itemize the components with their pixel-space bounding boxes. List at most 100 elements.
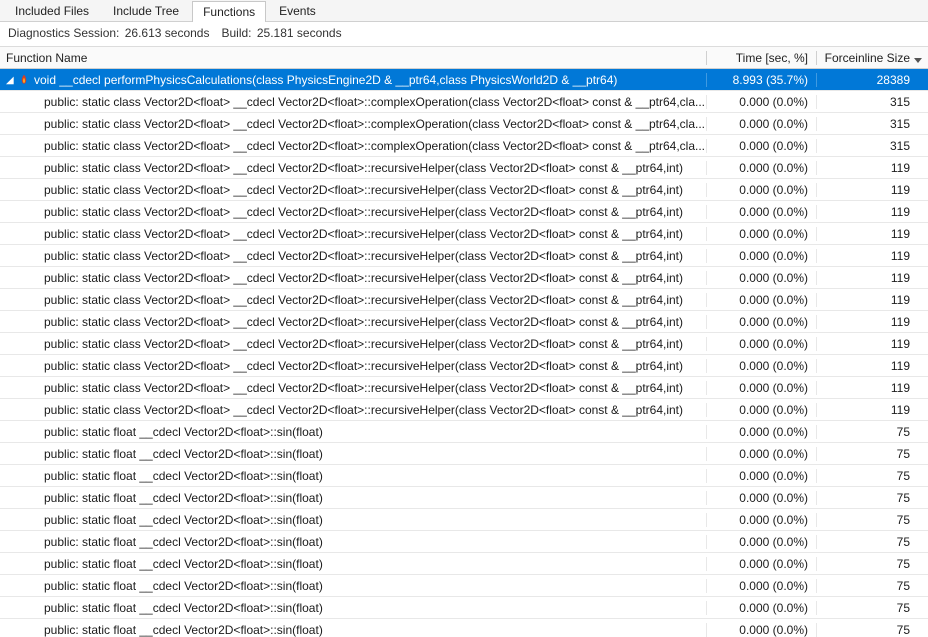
table-row[interactable]: public: static float __cdecl Vector2D<fl…: [0, 597, 928, 619]
time-cell: 0.000 (0.0%): [706, 381, 816, 395]
function-name: public: static float __cdecl Vector2D<fl…: [44, 535, 323, 549]
function-name-cell: public: static class Vector2D<float> __c…: [0, 205, 706, 219]
function-name-cell: public: static float __cdecl Vector2D<fl…: [0, 469, 706, 483]
function-name-cell: public: static class Vector2D<float> __c…: [0, 359, 706, 373]
table-row[interactable]: public: static class Vector2D<float> __c…: [0, 245, 928, 267]
function-name: public: static class Vector2D<float> __c…: [44, 293, 683, 307]
function-name-cell: public: static class Vector2D<float> __c…: [0, 117, 706, 131]
table-row[interactable]: public: static class Vector2D<float> __c…: [0, 289, 928, 311]
time-cell: 0.000 (0.0%): [706, 227, 816, 241]
function-name: public: static class Vector2D<float> __c…: [44, 95, 705, 109]
size-cell: 315: [816, 95, 928, 109]
flame-icon: [18, 74, 30, 86]
table-row[interactable]: public: static class Vector2D<float> __c…: [0, 223, 928, 245]
table-row[interactable]: public: static class Vector2D<float> __c…: [0, 91, 928, 113]
tab-bar: Included FilesInclude TreeFunctionsEvent…: [0, 0, 928, 22]
table-row[interactable]: public: static class Vector2D<float> __c…: [0, 113, 928, 135]
function-name-cell: public: static float __cdecl Vector2D<fl…: [0, 513, 706, 527]
size-cell: 119: [816, 183, 928, 197]
time-cell: 0.000 (0.0%): [706, 183, 816, 197]
size-cell: 75: [816, 447, 928, 461]
time-cell: 0.000 (0.0%): [706, 117, 816, 131]
tab-events[interactable]: Events: [268, 0, 327, 21]
function-name: public: static class Vector2D<float> __c…: [44, 337, 683, 351]
function-name: public: static class Vector2D<float> __c…: [44, 315, 683, 329]
function-name: public: static float __cdecl Vector2D<fl…: [44, 513, 323, 527]
size-cell: 119: [816, 359, 928, 373]
table-row[interactable]: public: static float __cdecl Vector2D<fl…: [0, 575, 928, 597]
column-header-size-label: Forceinline Size: [825, 51, 910, 65]
size-cell: 119: [816, 337, 928, 351]
function-name: public: static float __cdecl Vector2D<fl…: [44, 469, 323, 483]
table-row[interactable]: public: static float __cdecl Vector2D<fl…: [0, 465, 928, 487]
size-cell: 119: [816, 293, 928, 307]
functions-grid: Function Name Time [sec, %] Forceinline …: [0, 47, 928, 637]
tab-functions[interactable]: Functions: [192, 1, 266, 22]
function-name: public: static float __cdecl Vector2D<fl…: [44, 579, 323, 593]
table-row[interactable]: public: static class Vector2D<float> __c…: [0, 267, 928, 289]
time-cell: 0.000 (0.0%): [706, 557, 816, 571]
size-cell: 119: [816, 161, 928, 175]
table-row[interactable]: public: static float __cdecl Vector2D<fl…: [0, 553, 928, 575]
function-name-cell: public: static float __cdecl Vector2D<fl…: [0, 447, 706, 461]
function-name: public: static float __cdecl Vector2D<fl…: [44, 425, 323, 439]
function-name: public: static class Vector2D<float> __c…: [44, 381, 683, 395]
function-name: public: static float __cdecl Vector2D<fl…: [44, 557, 323, 571]
function-name: public: static class Vector2D<float> __c…: [44, 359, 683, 373]
tab-included-files[interactable]: Included Files: [4, 0, 100, 21]
function-name-cell: public: static class Vector2D<float> __c…: [0, 271, 706, 285]
table-row[interactable]: public: static class Vector2D<float> __c…: [0, 399, 928, 421]
tab-include-tree[interactable]: Include Tree: [102, 0, 190, 21]
function-name-cell: ◢void __cdecl performPhysicsCalculations…: [0, 73, 706, 87]
function-name-cell: public: static class Vector2D<float> __c…: [0, 161, 706, 175]
column-header-name[interactable]: Function Name: [0, 51, 706, 65]
table-row[interactable]: public: static float __cdecl Vector2D<fl…: [0, 509, 928, 531]
function-name: public: static class Vector2D<float> __c…: [44, 117, 705, 131]
table-row[interactable]: public: static class Vector2D<float> __c…: [0, 377, 928, 399]
time-cell: 8.993 (35.7%): [706, 73, 816, 87]
column-header-size[interactable]: Forceinline Size: [816, 51, 928, 65]
time-cell: 0.000 (0.0%): [706, 469, 816, 483]
table-row[interactable]: public: static class Vector2D<float> __c…: [0, 179, 928, 201]
table-row[interactable]: public: static class Vector2D<float> __c…: [0, 157, 928, 179]
size-cell: 119: [816, 205, 928, 219]
table-row[interactable]: public: static class Vector2D<float> __c…: [0, 355, 928, 377]
function-name: public: static class Vector2D<float> __c…: [44, 205, 683, 219]
size-cell: 119: [816, 249, 928, 263]
table-row[interactable]: public: static class Vector2D<float> __c…: [0, 333, 928, 355]
size-cell: 119: [816, 271, 928, 285]
function-name-cell: public: static float __cdecl Vector2D<fl…: [0, 623, 706, 637]
function-name: public: static float __cdecl Vector2D<fl…: [44, 491, 323, 505]
size-cell: 315: [816, 117, 928, 131]
session-label: Diagnostics Session:: [8, 26, 119, 40]
function-name-cell: public: static float __cdecl Vector2D<fl…: [0, 535, 706, 549]
table-row[interactable]: public: static class Vector2D<float> __c…: [0, 201, 928, 223]
time-cell: 0.000 (0.0%): [706, 513, 816, 527]
table-row[interactable]: public: static float __cdecl Vector2D<fl…: [0, 619, 928, 637]
table-row[interactable]: ◢void __cdecl performPhysicsCalculations…: [0, 69, 928, 91]
function-name-cell: public: static float __cdecl Vector2D<fl…: [0, 557, 706, 571]
size-cell: 75: [816, 557, 928, 571]
function-name-cell: public: static class Vector2D<float> __c…: [0, 95, 706, 109]
time-cell: 0.000 (0.0%): [706, 579, 816, 593]
size-cell: 119: [816, 403, 928, 417]
time-cell: 0.000 (0.0%): [706, 601, 816, 615]
time-cell: 0.000 (0.0%): [706, 271, 816, 285]
time-cell: 0.000 (0.0%): [706, 293, 816, 307]
expand-collapse-icon[interactable]: ◢: [6, 75, 16, 86]
function-name-cell: public: static class Vector2D<float> __c…: [0, 381, 706, 395]
time-cell: 0.000 (0.0%): [706, 161, 816, 175]
function-name: public: static class Vector2D<float> __c…: [44, 249, 683, 263]
function-name-cell: public: static class Vector2D<float> __c…: [0, 337, 706, 351]
table-row[interactable]: public: static float __cdecl Vector2D<fl…: [0, 421, 928, 443]
table-row[interactable]: public: static float __cdecl Vector2D<fl…: [0, 487, 928, 509]
function-name-cell: public: static float __cdecl Vector2D<fl…: [0, 579, 706, 593]
table-row[interactable]: public: static float __cdecl Vector2D<fl…: [0, 531, 928, 553]
table-row[interactable]: public: static class Vector2D<float> __c…: [0, 311, 928, 333]
table-row[interactable]: public: static class Vector2D<float> __c…: [0, 135, 928, 157]
table-row[interactable]: public: static float __cdecl Vector2D<fl…: [0, 443, 928, 465]
size-cell: 75: [816, 579, 928, 593]
column-header-time[interactable]: Time [sec, %]: [706, 51, 816, 65]
function-name-cell: public: static class Vector2D<float> __c…: [0, 293, 706, 307]
time-cell: 0.000 (0.0%): [706, 623, 816, 637]
